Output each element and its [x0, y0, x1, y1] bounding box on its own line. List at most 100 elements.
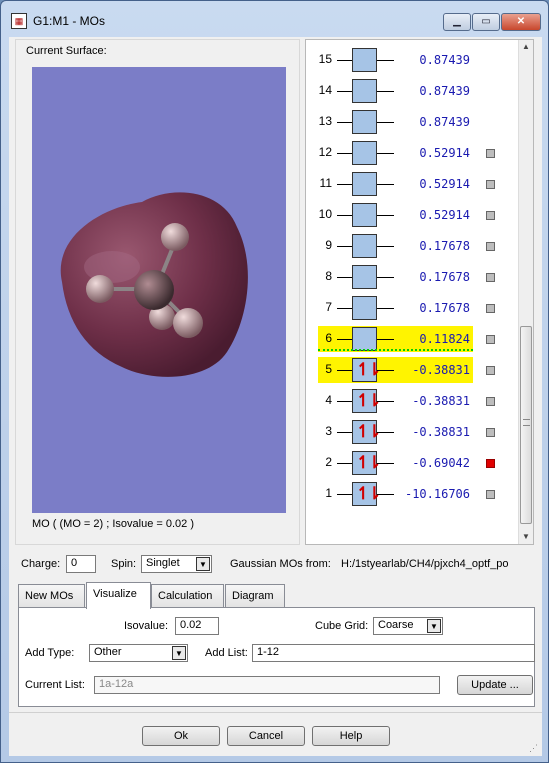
add-list-field[interactable]: 1-12	[252, 644, 535, 662]
surface-label: Current Surface:	[26, 45, 107, 57]
mo-visualize-checkbox[interactable]	[486, 459, 495, 468]
mo-energy-list[interactable]: 15 0.87439 14 0.87439 13 0.87439 12 0.52914 11 0.…	[305, 39, 534, 545]
mo-level-box[interactable]	[352, 203, 377, 227]
mo-number: 8	[325, 269, 332, 283]
mo-visualize-checkbox[interactable]	[486, 490, 495, 499]
mo-row[interactable]: 13 0.87439	[306, 109, 516, 135]
update-button[interactable]: Update ...	[457, 675, 533, 695]
spin-select[interactable]: Singlet ▼	[141, 555, 212, 573]
maximize-button[interactable]: ▭	[472, 13, 500, 31]
mo-row[interactable]: 4 ↿⇂ -0.38831	[306, 388, 516, 414]
mo-number: 2	[325, 455, 332, 469]
mo-level-line	[337, 122, 352, 123]
mo-visualize-checkbox[interactable]	[486, 211, 495, 220]
mo-level-box[interactable]	[352, 172, 377, 196]
mo-level-box[interactable]	[352, 110, 377, 134]
mo-number: 13	[318, 114, 332, 128]
mo-level-box[interactable]: ↿⇂	[352, 389, 381, 413]
mo-row[interactable]: 9 0.17678	[306, 233, 516, 259]
mo-level-line	[337, 91, 352, 92]
mo-row[interactable]: 8 0.17678	[306, 264, 516, 290]
mo-level-box[interactable]: ↿⇂	[352, 420, 381, 444]
tab-visualize[interactable]: Visualize	[86, 582, 151, 609]
scroll-up-icon[interactable]: ▲	[519, 40, 533, 54]
minimize-button[interactable]: ▁	[443, 13, 471, 31]
mo-number: 10	[318, 207, 332, 221]
mo-row[interactable]: 1 ↿⇂ -10.16706	[306, 481, 516, 507]
mo-energy: 0.87439	[419, 115, 470, 129]
electron-pair-icon: ↿⇂	[356, 422, 381, 441]
mo-visualize-checkbox[interactable]	[486, 428, 495, 437]
tab-diagram[interactable]: Diagram	[225, 584, 285, 607]
mo-row[interactable]: 11 0.52914	[306, 171, 516, 197]
isovalue-label: Isovalue:	[124, 620, 169, 632]
mo-row[interactable]: 3 ↿⇂ -0.38831	[306, 419, 516, 445]
mo-visualize-checkbox[interactable]	[486, 397, 495, 406]
mo-level-line	[337, 339, 352, 340]
chevron-down-icon[interactable]: ▼	[172, 646, 186, 660]
mo-energy: -0.38831	[412, 425, 470, 439]
mo-level-box[interactable]	[352, 234, 377, 258]
mo-energy: -0.38831	[412, 394, 470, 408]
resize-grip-icon[interactable]: ⋰	[529, 743, 539, 753]
mo-visualize-checkbox[interactable]	[486, 273, 495, 282]
mo-row[interactable]: 2 ↿⇂ -0.69042	[306, 450, 516, 476]
mo-level-box[interactable]	[352, 79, 377, 103]
mo-energy: 0.87439	[419, 84, 470, 98]
mo-row[interactable]: 12 0.52914	[306, 140, 516, 166]
isovalue-field[interactable]: 0.02	[175, 617, 219, 635]
mo-level-box[interactable]	[352, 48, 377, 72]
mo-row[interactable]: 14 0.87439	[306, 78, 516, 104]
add-type-select[interactable]: Other ▼	[89, 644, 188, 662]
mo-level-box[interactable]: ↿⇂	[352, 451, 381, 475]
mo-level-line	[337, 277, 352, 278]
mo-visualize-checkbox[interactable]	[486, 242, 495, 251]
mo-level-box[interactable]: ↿⇂	[352, 482, 381, 506]
source-label: Gaussian MOs from:	[230, 558, 331, 570]
mo-level-box[interactable]	[352, 265, 377, 289]
help-button[interactable]: Help	[312, 726, 390, 746]
mo-visualize-checkbox[interactable]	[486, 149, 495, 158]
title-bar[interactable]: ▦ G1:M1 - MOs ▁ ▭ ✕	[1, 1, 548, 37]
tab-new-mos[interactable]: New MOs	[18, 584, 85, 607]
mo-energy: 0.11824	[419, 332, 470, 346]
scroll-down-icon[interactable]: ▼	[519, 530, 533, 544]
mo-row[interactable]: 10 0.52914	[306, 202, 516, 228]
mo-level-line	[377, 277, 394, 278]
charge-field[interactable]: 0	[66, 555, 96, 573]
mo-visualize-checkbox[interactable]	[486, 366, 495, 375]
chevron-down-icon[interactable]: ▼	[196, 557, 210, 571]
mo-number: 14	[318, 83, 332, 97]
scroll-thumb[interactable]	[520, 326, 532, 524]
mo-row[interactable]: 5 ↿⇂ -0.38831	[306, 357, 516, 383]
mo-visualize-checkbox[interactable]	[486, 335, 495, 344]
mo-level-box[interactable]	[352, 327, 377, 351]
mo-list-scrollbar[interactable]: ▲ ▼	[518, 40, 533, 544]
mo-energy: -0.38831	[412, 363, 470, 377]
tab-calculation[interactable]: Calculation	[151, 584, 224, 607]
close-button[interactable]: ✕	[501, 13, 541, 31]
mo-number: 15	[318, 52, 332, 66]
mo-level-line	[377, 215, 394, 216]
mo-level-box[interactable]	[352, 141, 377, 165]
surface-view[interactable]	[32, 67, 286, 513]
add-list-label: Add List:	[205, 647, 248, 659]
mo-level-line	[377, 370, 394, 371]
mo-level-line	[377, 60, 394, 61]
gaussview-icon[interactable]: ▦	[11, 13, 27, 29]
mo-level-line	[337, 463, 352, 464]
cube-grid-select[interactable]: Coarse ▼	[373, 617, 443, 635]
mo-visualize-checkbox[interactable]	[486, 304, 495, 313]
mo-row[interactable]: 7 0.17678	[306, 295, 516, 321]
mo-number: 3	[325, 424, 332, 438]
mo-row[interactable]: 15 0.87439	[306, 47, 516, 73]
mo-energy: -10.16706	[404, 487, 470, 501]
ok-button[interactable]: Ok	[142, 726, 220, 746]
chevron-down-icon[interactable]: ▼	[427, 619, 441, 633]
mo-energy: 0.17678	[419, 239, 470, 253]
mo-level-box[interactable]	[352, 296, 377, 320]
mo-visualize-checkbox[interactable]	[486, 180, 495, 189]
homo-lumo-gap-line	[318, 349, 473, 351]
mo-level-box[interactable]: ↿⇂	[352, 358, 381, 382]
cancel-button[interactable]: Cancel	[227, 726, 305, 746]
